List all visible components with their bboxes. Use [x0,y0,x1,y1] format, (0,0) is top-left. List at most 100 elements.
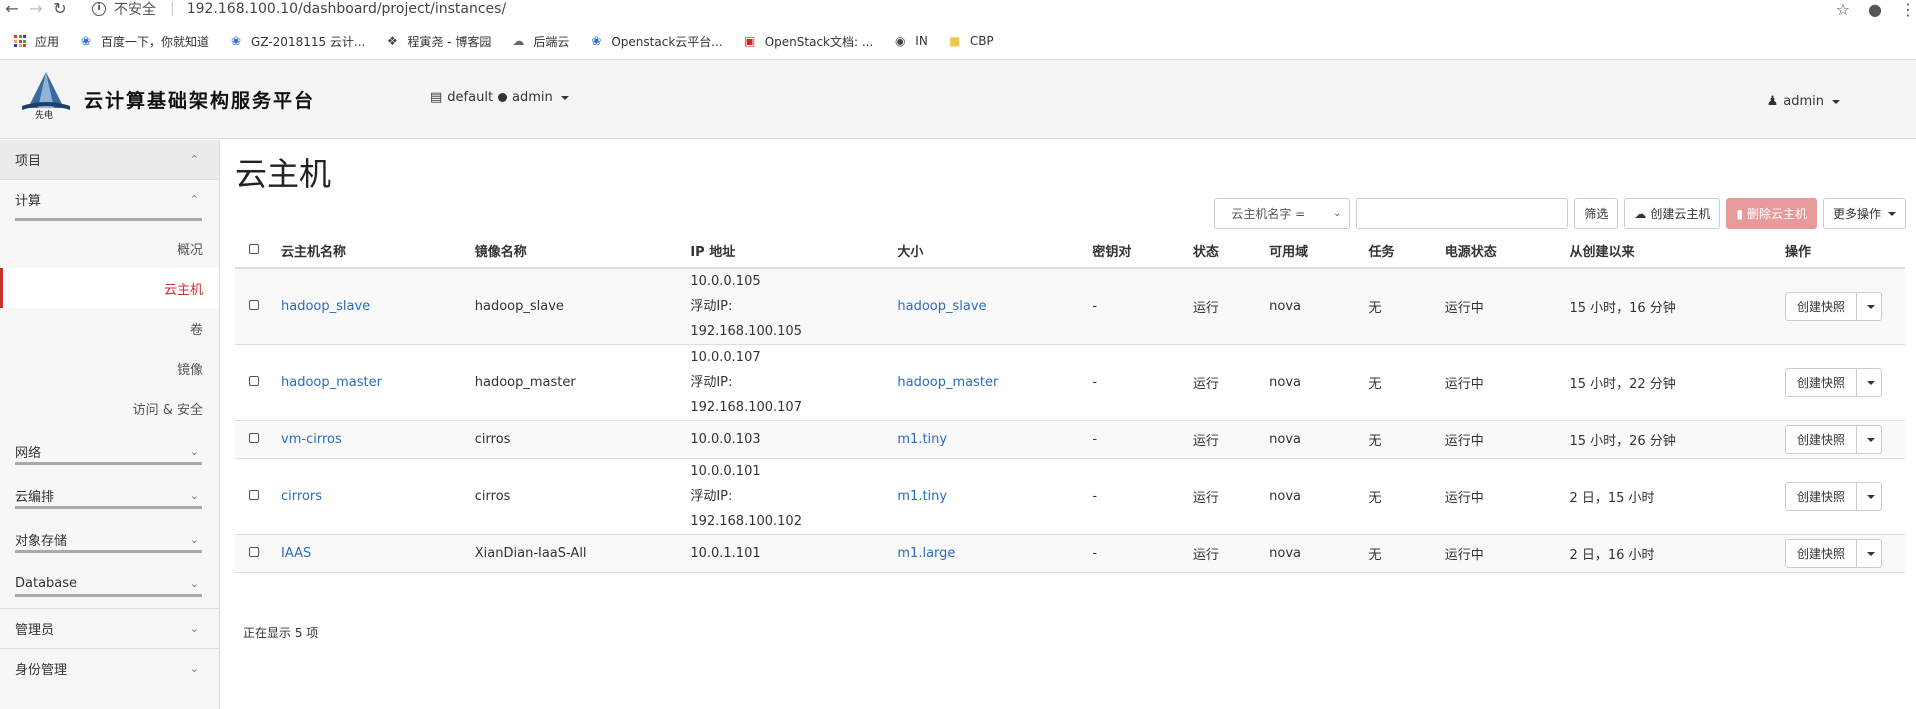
project-context-dropdown[interactable]: ▤ default admin [430,90,569,105]
ip-line: 10.0.0.105 [690,274,761,289]
bookmarks-bar: 应用 ❀ 百度一下，你就知道 ❀ GZ-2018115 云计... ❖ 程寅尧 - 博客园 ☁… [0,28,1916,54]
column-header[interactable]: 镜像名称 [474,234,691,269]
bookmark-item[interactable]: ☁ 后端云 [511,33,569,50]
column-header[interactable]: 从创建以来 [1569,234,1785,269]
create-snapshot-button[interactable]: 创建快照 [1785,539,1858,568]
row-checkbox[interactable] [249,547,259,557]
user-menu-dropdown[interactable]: ♟ admin [1767,94,1840,109]
column-header[interactable]: 密钥对 [1092,234,1193,269]
back-arrow-icon[interactable]: ← [0,1,24,17]
context-list-icon: ▤ [430,90,443,105]
table-row: hadoop_slave hadoop_slave 10.0.0.105 浮动IP: 1… [235,268,1905,345]
sidebar-group-header[interactable]: 云编排 ⌄ [0,476,219,515]
create-snapshot-button[interactable]: 创建快照 [1785,425,1858,454]
row-actions-dropdown[interactable] [1857,425,1883,454]
project-label: admin [512,90,553,105]
filter-button[interactable]: 筛选 [1574,198,1619,229]
row-actions-dropdown[interactable] [1857,539,1883,568]
apps-grid-icon [14,35,26,47]
more-actions-button[interactable]: 更多操作 [1822,198,1906,229]
flavor-link[interactable]: hadoop_master [897,375,998,390]
bookmark-star-icon[interactable]: ☆ [1836,0,1850,19]
sidebar-group-project[interactable]: 项目 ⌃ [0,140,219,180]
bookmark-item[interactable]: ■ CBP [948,34,994,48]
reload-icon[interactable]: ↻ [48,1,72,17]
row-checkbox[interactable] [249,433,259,443]
bookmark-item[interactable]: 应用 [14,33,59,50]
column-header[interactable]: 云主机名称 [281,234,475,269]
flavor-link[interactable]: m1.tiny [897,432,947,447]
table-header-row: 云主机名称 镜像名称 IP 地址 大小 密钥对 状态 可用域 任务 电源状态 从创建以来 操作 [235,234,1905,269]
bookmark-item[interactable]: ▣ OpenStack文档: ... [743,33,873,50]
chevron-down-icon [1866,437,1875,442]
sidebar-group-admin[interactable]: 管理员 ⌄ [0,608,219,648]
column-header[interactable]: 任务 [1368,234,1445,269]
bookmark-item[interactable]: ❀ GZ-2018115 云计... [229,33,365,50]
row-select-cell [235,534,282,573]
profile-icon[interactable]: ● [1868,0,1882,19]
sidebar-group-compute[interactable]: 计算 ⌃ [0,180,219,218]
sidebar-group[interactable]: Database ⌄ [0,564,219,597]
bookmark-item[interactable]: ❀ Openstack云平台... [589,33,722,50]
sidebar-group-header[interactable]: 网络 ⌄ [0,432,219,471]
url-field[interactable]: i 不安全 | 192.168.100.10/dashboard/project… [92,0,506,19]
bookmark-item[interactable]: ◉ IN [893,34,928,48]
site-info-icon[interactable]: i [92,2,106,16]
sidebar-item[interactable]: 概况 [0,228,219,268]
sidebar-group-identity[interactable]: 身份管理 ⌄ [0,648,219,688]
instance-name-link[interactable]: hadoop_master [281,375,382,390]
baidu-paw-icon: ❀ [231,34,242,48]
sidebar-item[interactable]: 卷 [0,308,219,348]
column-header[interactable]: 大小 [897,234,1093,269]
sidebar-group-header[interactable]: 对象存储 ⌄ [0,520,219,559]
instance-name-link[interactable]: IAAS [281,546,311,561]
forward-arrow-icon[interactable]: → [24,1,48,17]
sidebar-item[interactable]: 云主机 [0,268,219,308]
keypair-cell: - [1092,268,1193,345]
column-header[interactable]: IP 地址 [690,234,898,269]
column-header[interactable]: 状态 [1192,234,1270,269]
filter-input[interactable] [1356,198,1569,229]
row-checkbox[interactable] [249,490,259,500]
sidebar-item[interactable]: 镜像 [0,348,219,388]
column-header[interactable]: 可用域 [1269,234,1369,269]
ip-line: 10.0.1.101 [690,546,761,561]
row-actions-dropdown[interactable] [1857,292,1883,321]
flavor-link[interactable]: m1.large [897,546,955,561]
ip-address-cell: 10.0.1.101 [690,534,898,573]
chevron-down-icon [1832,99,1840,104]
sidebar-group[interactable]: 云编排 ⌄ [0,476,219,509]
create-snapshot-button[interactable]: 创建快照 [1785,482,1858,511]
flavor-link[interactable]: hadoop_slave [897,299,986,314]
select-all-checkbox[interactable] [249,244,259,254]
bookmark-label: 应用 [35,34,60,49]
browser-menu-icon[interactable]: ⋮ [1900,0,1916,19]
column-header[interactable]: 电源状态 [1444,234,1570,269]
bookmark-item[interactable]: ❖ 程寅尧 - 博客园 [385,33,491,50]
row-checkbox[interactable] [249,376,259,386]
create-instance-button[interactable]: ☁ 创建云主机 [1624,198,1721,229]
instance-name-link[interactable]: cirrors [281,489,322,504]
sidebar-item-label: 概况 [176,242,203,258]
row-actions-dropdown[interactable] [1857,482,1883,511]
sidebar-group[interactable]: 网络 ⌄ [0,432,219,465]
row-checkbox[interactable] [249,300,259,310]
chevron-down-icon [1866,304,1875,309]
flavor-link[interactable]: m1.tiny [897,489,947,504]
row-select-cell [235,420,282,459]
sidebar-item[interactable]: 访问 & 安全 [0,388,219,428]
instance-name-link[interactable]: hadoop_slave [281,299,370,314]
table-row: IAAS XianDian-IaaS-All 10.0.1.101 m1.large -… [235,534,1905,573]
sidebar-group-header[interactable]: Database ⌄ [0,564,219,603]
delete-instance-button[interactable]: ▮ 删除云主机 [1726,198,1817,229]
filter-field-select[interactable]: 云主机名字 = ⌄ [1214,198,1351,229]
create-snapshot-button[interactable]: 创建快照 [1785,292,1858,321]
sidebar-group[interactable]: 对象存储 ⌄ [0,520,219,553]
create-instance-label: 创建云主机 [1650,207,1711,221]
chevron-up-icon: ⌃ [189,153,199,166]
instance-name-link[interactable]: vm-cirros [281,432,342,447]
bookmark-item[interactable]: ❀ 百度一下，你就知道 [79,33,209,50]
instance-name-cell: hadoop_slave [281,268,475,345]
row-actions-dropdown[interactable] [1857,368,1883,397]
create-snapshot-button[interactable]: 创建快照 [1785,368,1858,397]
